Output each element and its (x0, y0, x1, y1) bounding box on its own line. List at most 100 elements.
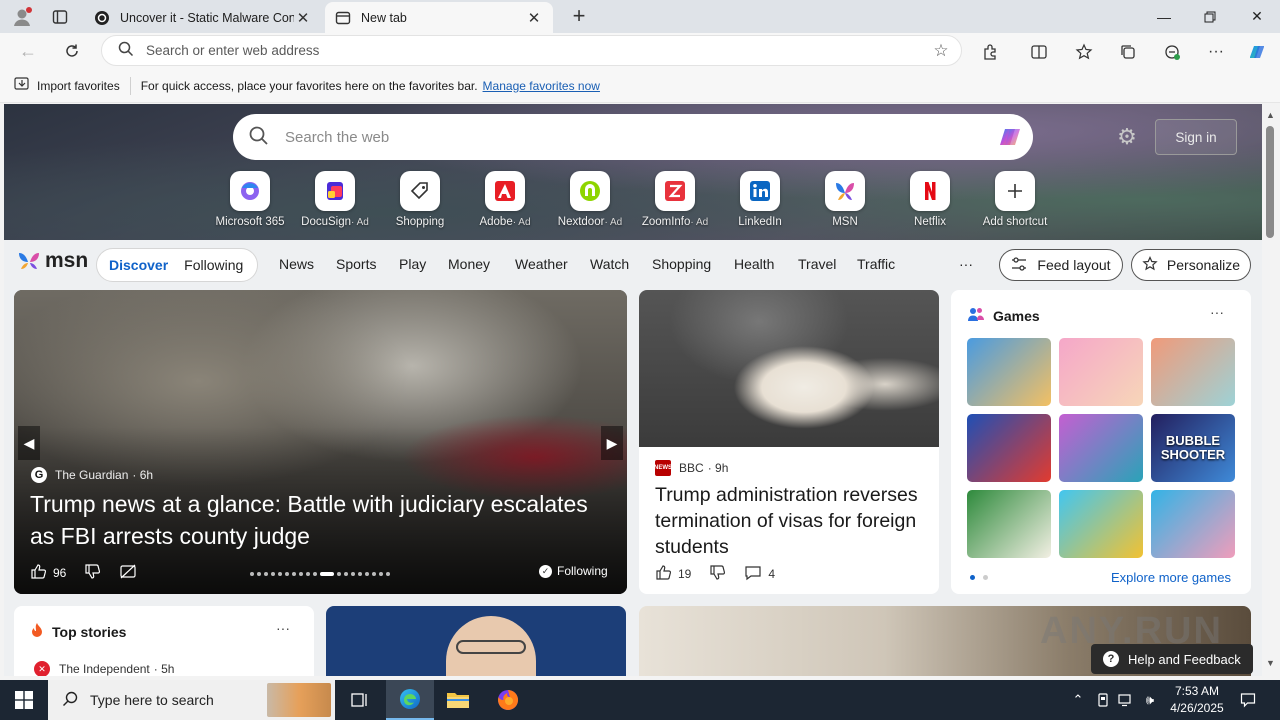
shortcut-docusign[interactable]: DocuSign· Ad (292, 171, 378, 228)
carousel-dot[interactable] (278, 572, 282, 576)
taskbar-search-box[interactable]: Type here to search (48, 680, 335, 720)
nav-news[interactable]: News (279, 256, 314, 272)
back-button[interactable]: ← (13, 37, 43, 65)
web-search-box[interactable]: Search the web (233, 114, 1033, 160)
shortcut-shopping[interactable]: Shopping (377, 171, 463, 228)
new-tab-button[interactable]: + (562, 0, 596, 31)
carousel-dot[interactable] (271, 572, 275, 576)
address-bar[interactable]: Search or enter web address ☆ (101, 35, 962, 66)
hero-headline[interactable]: Trump news at a glance: Battle with judi… (30, 488, 590, 552)
nav-traffic[interactable]: Traffic (857, 256, 895, 272)
msn-logo[interactable]: msn (16, 249, 88, 273)
browser-essentials-icon[interactable] (1159, 39, 1185, 65)
favorite-star-icon[interactable]: ☆ (921, 41, 961, 61)
tab-actions-icon[interactable] (41, 0, 79, 33)
carousel-dot[interactable] (264, 572, 268, 576)
games-more-button[interactable]: ··· (1210, 304, 1224, 320)
close-tab-icon[interactable]: ✕ (294, 9, 312, 27)
shortcut-msn[interactable]: MSN (802, 171, 888, 228)
nav-money[interactable]: Money (448, 256, 490, 272)
like-icon[interactable] (30, 563, 47, 583)
dislike-icon[interactable] (84, 563, 101, 583)
nav-travel[interactable]: Travel (798, 256, 836, 272)
refresh-button[interactable] (57, 37, 87, 65)
dislike-icon[interactable] (709, 564, 726, 584)
carousel-dot[interactable] (299, 572, 303, 576)
split-screen-icon[interactable] (1026, 39, 1052, 65)
network-icon[interactable] (1116, 680, 1136, 720)
game-tile[interactable] (967, 490, 1051, 558)
extensions-icon[interactable] (978, 39, 1004, 65)
shortcut-nextdoor[interactable]: Nextdoor· Ad (547, 171, 633, 228)
usb-device-icon[interactable] (1093, 680, 1113, 720)
carousel-dot[interactable] (257, 572, 261, 576)
carousel-dot[interactable] (292, 572, 296, 576)
carousel-prev-button[interactable]: ◀ (18, 426, 40, 460)
nav-shopping[interactable]: Shopping (652, 256, 711, 272)
carousel-dot[interactable] (313, 572, 317, 576)
import-favorites-button[interactable]: Import favorites (14, 77, 120, 94)
nav-more-button[interactable]: ··· (959, 256, 973, 272)
story-card-image[interactable] (326, 606, 626, 676)
carousel-next-button[interactable]: ▶ (601, 426, 623, 460)
game-tile[interactable] (1151, 338, 1235, 406)
shortcut-netflix[interactable]: Netflix (887, 171, 973, 228)
carousel-dot[interactable] (351, 572, 355, 576)
page-scrollbar[interactable]: ▲ ▼ (1262, 104, 1280, 676)
close-tab-icon[interactable]: ✕ (525, 9, 543, 27)
volume-icon[interactable]: 🕪 (1140, 680, 1160, 720)
shortcut-add-shortcut[interactable]: Add shortcut (972, 171, 1058, 228)
carousel-dot[interactable] (285, 572, 289, 576)
task-view-icon[interactable] (336, 680, 384, 720)
carousel-dot[interactable] (344, 572, 348, 576)
help-feedback-button[interactable]: ? Help and Feedback (1091, 644, 1253, 674)
system-clock[interactable]: 7:53 AM 4/26/2025 (1160, 683, 1234, 717)
feed-layout-button[interactable]: Feed layout (999, 249, 1123, 281)
explore-more-games-link[interactable]: Explore more games (1111, 570, 1231, 585)
page-settings-gear-icon[interactable]: ⚙ (1116, 126, 1138, 148)
game-tile[interactable] (967, 338, 1051, 406)
shortcut-linkedin[interactable]: LinkedIn (717, 171, 803, 228)
comment-icon[interactable] (744, 565, 762, 584)
restore-button[interactable] (1187, 0, 1233, 33)
nav-health[interactable]: Health (734, 256, 774, 272)
carousel-dot[interactable] (386, 572, 390, 576)
carousel-dot[interactable] (379, 572, 383, 576)
nav-sports[interactable]: Sports (336, 256, 376, 272)
favorites-icon[interactable] (1071, 39, 1097, 65)
personalize-button[interactable]: Personalize (1131, 249, 1251, 281)
collections-icon[interactable] (1115, 39, 1141, 65)
pill-following[interactable]: Following (176, 257, 251, 273)
carousel-dot[interactable] (358, 572, 362, 576)
shortcut-adobe[interactable]: Adobe· Ad (462, 171, 548, 228)
scroll-down-arrow-icon[interactable]: ▼ (1266, 658, 1276, 668)
carousel-dot[interactable] (337, 572, 341, 576)
bbc-headline[interactable]: Trump administration reverses terminatio… (655, 482, 930, 560)
hero-story-card[interactable]: ◀ ▶ G The Guardian · 6h Trump news at a … (14, 290, 627, 594)
game-tile[interactable] (1151, 490, 1235, 558)
scroll-up-arrow-icon[interactable]: ▲ (1266, 110, 1276, 120)
show-hidden-icons-icon[interactable]: ⌃ (1068, 680, 1088, 720)
game-tile[interactable] (1059, 490, 1143, 558)
minimize-button[interactable]: — (1141, 0, 1187, 33)
copilot-icon[interactable] (1244, 39, 1270, 65)
carousel-dot[interactable] (306, 572, 310, 576)
carousel-dot[interactable] (372, 572, 376, 576)
sign-in-button[interactable]: Sign in (1155, 119, 1237, 155)
tab-new-tab[interactable]: New tab ✕ (325, 2, 553, 33)
nav-watch[interactable]: Watch (590, 256, 629, 272)
pager-dot[interactable] (983, 575, 988, 580)
game-tile[interactable] (1059, 338, 1143, 406)
scrollbar-thumb[interactable] (1266, 126, 1274, 238)
carousel-dot[interactable] (320, 572, 334, 576)
pill-discover[interactable]: Discover (101, 257, 176, 273)
copilot-icon[interactable] (993, 120, 1027, 154)
notifications-icon[interactable] (1236, 680, 1260, 720)
taskbar-edge-icon[interactable] (386, 680, 434, 720)
shortcut-zoominfo[interactable]: ZoomInfo· Ad (632, 171, 718, 228)
manage-favorites-link[interactable]: Manage favorites now (483, 79, 600, 93)
carousel-dot[interactable] (250, 572, 254, 576)
nav-weather[interactable]: Weather (515, 256, 568, 272)
pager-dot[interactable] (970, 575, 975, 580)
game-tile[interactable] (967, 414, 1051, 482)
